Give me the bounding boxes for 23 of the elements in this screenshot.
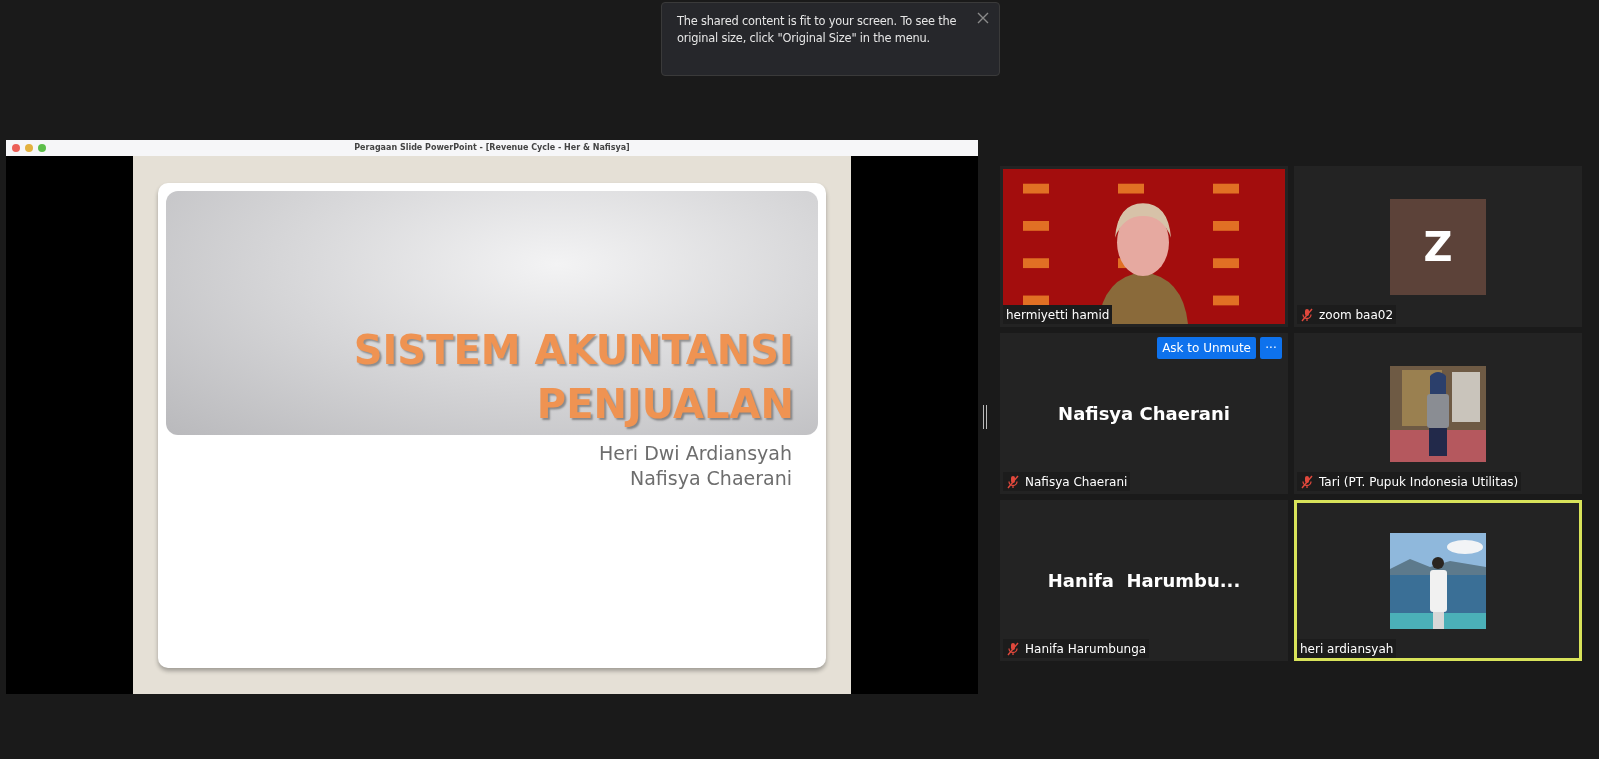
more-button[interactable]: ··· [1260,337,1282,359]
participant-label: hermiyetti hamid [1006,306,1110,324]
notice-text: The shared content is fit to your screen. To see the original size, click "Original Size" in the menu. [677,13,958,47]
close-icon[interactable] [977,12,989,24]
slide-subtitle: Heri Dwi Ardiansyah [599,441,792,466]
participant-label: heri ardiansyah [1300,640,1394,658]
ask-to-unmute-button[interactable]: Ask to Unmute [1157,337,1256,359]
slide-title: SISTEM AKUNTANSI [353,326,794,375]
participant-name: Hanifa Harumbu... [1047,569,1241,593]
muted-mic-icon [1300,307,1314,322]
muted-mic-icon [1006,474,1020,489]
muted-mic-icon [1300,474,1314,489]
participant-name: Nafisya Chaerani [1058,402,1230,426]
slide-subtitle: Nafisya Chaerani [629,466,792,491]
participant-label: zoom baa02 [1319,306,1394,324]
participant-label: Tari (PT. Pupuk Indonesia Utilitas) [1319,473,1519,491]
participant-label: Nafisya Chaerani [1025,473,1128,491]
muted-mic-icon [1006,641,1020,656]
slide-title: PENJUALAN [536,380,794,429]
splitter-handle[interactable] [983,405,987,429]
avatar-initial: Z [1390,198,1486,295]
window-title: Peragaan Slide PowerPoint - [Revenue Cycle - Her & Nafisya] [354,142,630,154]
participant-label: Hanifa Harumbunga [1025,640,1147,658]
